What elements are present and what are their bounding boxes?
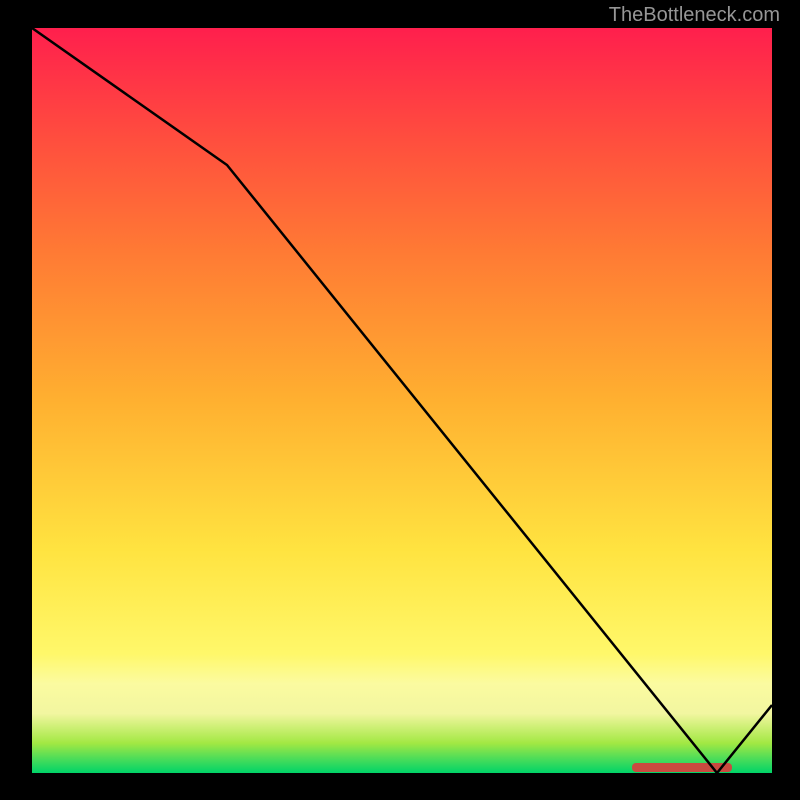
chart-plot-area bbox=[32, 28, 772, 773]
watermark-text: TheBottleneck.com bbox=[609, 4, 780, 27]
optimal-marker bbox=[632, 763, 732, 772]
chart-container: TheBottleneck.com bbox=[0, 0, 800, 800]
chart-svg bbox=[32, 28, 772, 773]
gradient-background bbox=[32, 28, 772, 773]
